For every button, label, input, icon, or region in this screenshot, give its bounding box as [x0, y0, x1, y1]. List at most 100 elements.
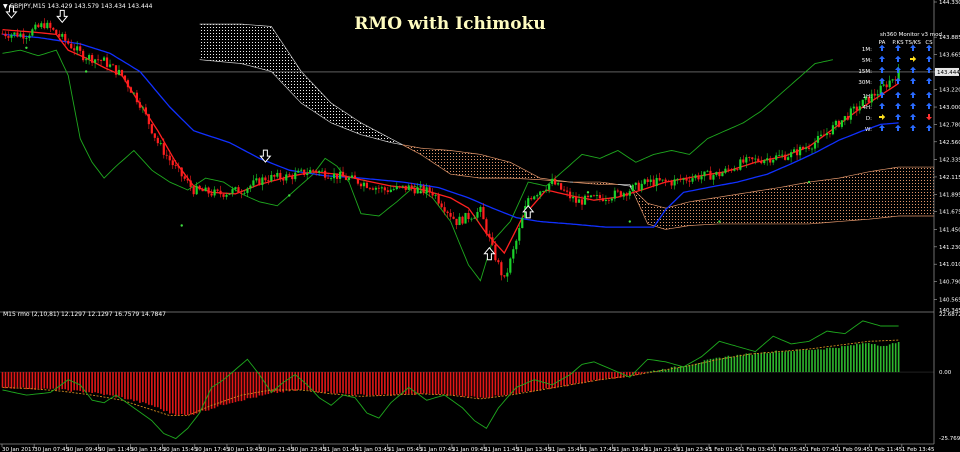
candle-bull	[407, 185, 410, 190]
candle-bull	[213, 189, 216, 196]
candle-bear	[273, 174, 276, 177]
candle-bear	[58, 34, 61, 37]
candle-bull	[464, 212, 467, 224]
candle-bear	[162, 143, 165, 155]
candle-bull	[703, 171, 706, 177]
candle-bull	[831, 125, 835, 135]
candle-bear	[73, 48, 76, 51]
candle-bear	[491, 237, 494, 245]
candle-bear	[568, 191, 572, 199]
signal-dot	[25, 46, 28, 50]
candle-bull	[76, 46, 79, 51]
monitor-row-label: 15M:	[858, 69, 872, 75]
candle-bear	[43, 23, 46, 29]
candle-bull	[374, 187, 377, 190]
candle-bull	[631, 184, 634, 192]
x-tick-label: 30 Jan 2017	[2, 447, 35, 452]
candle-bear	[437, 195, 440, 204]
x-tick-label: 31 Jan 07:45	[420, 447, 455, 452]
candle-bear	[670, 181, 673, 186]
candle-bull	[108, 64, 112, 67]
candle-bull	[28, 35, 31, 38]
candle-bear	[488, 233, 491, 238]
candle-bull	[589, 195, 593, 198]
candle-bull	[512, 249, 515, 259]
candle-bull	[691, 178, 694, 182]
candle-bear	[291, 175, 294, 180]
monitor-title: sh360 Monitor v3 mod.	[880, 32, 944, 38]
monitor-row-label: D:	[866, 116, 872, 122]
candle-bear	[658, 177, 661, 181]
candle-bear	[371, 188, 375, 190]
candle-bull	[712, 175, 715, 180]
candle-bull	[389, 189, 392, 192]
candle-bull	[790, 152, 793, 158]
candle-bull	[840, 120, 843, 127]
candle-bear	[443, 207, 446, 212]
x-tick-label: 1 Feb 09:45	[838, 447, 871, 452]
candle-bull	[249, 185, 252, 189]
candle-bear	[625, 193, 628, 196]
x-tick-label: 31 Jan 17:45	[580, 447, 615, 452]
y-tick-label: 141.450	[939, 227, 960, 233]
candle-bull	[694, 175, 697, 179]
candle-bull	[31, 29, 34, 36]
candle-bear	[171, 160, 174, 166]
candle-bear	[237, 187, 240, 194]
y-tick-label: 143.220	[939, 88, 960, 94]
candle-bull	[234, 187, 237, 190]
candle-bear	[91, 55, 94, 63]
y-tick-label: 140.790	[939, 280, 960, 286]
candle-bull	[577, 199, 581, 203]
candle-bull	[470, 218, 473, 220]
candle-bull	[724, 168, 727, 173]
y-tick-label: 142.115	[939, 175, 960, 181]
candle-bull	[425, 187, 428, 194]
candle-bear	[449, 212, 452, 217]
candle-bear	[440, 203, 443, 208]
candle-bear	[607, 199, 610, 201]
candle-bull	[810, 148, 814, 150]
candle-bull	[628, 191, 631, 196]
candle-bull	[643, 179, 646, 184]
candle-bull	[297, 170, 300, 173]
candle-bull	[318, 170, 321, 173]
candle-bull	[649, 179, 652, 182]
candle-bear	[586, 195, 590, 198]
signal-dot	[84, 70, 88, 73]
candle-bear	[554, 178, 557, 185]
candle-bear	[855, 106, 858, 111]
candle-bull	[392, 189, 395, 190]
monitor-row-label: 1H:	[863, 94, 873, 100]
candle-bear	[592, 195, 596, 197]
candle-bull	[294, 172, 297, 180]
candle-bear	[748, 157, 751, 158]
signal-dot	[718, 220, 721, 223]
candle-bear	[795, 149, 799, 156]
signal-dot	[586, 191, 590, 194]
candle-bull	[416, 187, 419, 194]
candle-bull	[775, 155, 778, 160]
candle-bear	[801, 146, 805, 149]
candle-bull	[655, 177, 658, 186]
candle-bull	[852, 106, 855, 109]
candle-bear	[96, 59, 100, 61]
candle-bear	[685, 178, 688, 181]
candle-bull	[347, 177, 351, 180]
candle-bear	[264, 177, 267, 181]
candle-bull	[772, 159, 775, 163]
signal-dot	[807, 180, 811, 184]
candle-bull	[117, 69, 121, 75]
candle-bull	[252, 180, 255, 186]
x-tick-label: 31 Jan 19:45	[613, 447, 648, 452]
x-tick-label: 30 Jan 17:45	[195, 447, 230, 452]
candle-bear	[494, 244, 497, 261]
candle-bull	[763, 160, 766, 164]
candle-bull	[332, 173, 336, 179]
candle-bull	[246, 188, 249, 193]
candle-bull	[545, 189, 548, 192]
candle-bear	[368, 187, 372, 189]
candle-bull	[754, 158, 757, 160]
symbol-line: ▼ GBPJPY,M15 143.429 143.579 143.434 143…	[3, 3, 153, 10]
candle-bear	[82, 50, 85, 61]
